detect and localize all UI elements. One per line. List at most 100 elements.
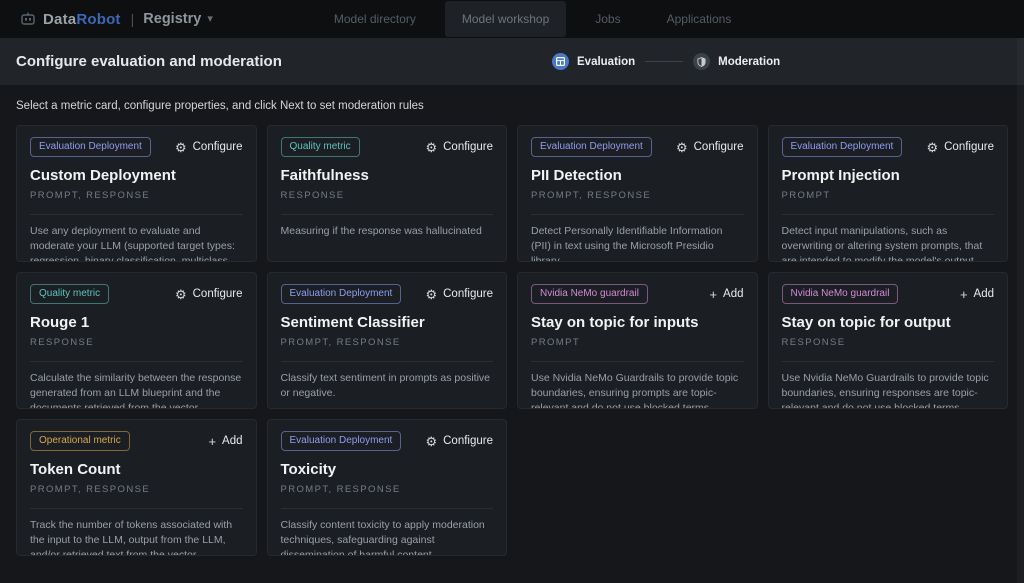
metric-description: Track the number of tokens associated wi… — [30, 518, 243, 556]
metric-type-badge: Nvidia NeMo guardrail — [782, 284, 899, 304]
metric-card[interactable]: Nvidia NeMo guardrail + Add Stay on topi… — [517, 272, 758, 409]
card-divider — [281, 508, 494, 509]
metric-applies-to: RESPONSE — [782, 337, 995, 348]
card-action-button[interactable]: ⚙ Configure — [425, 141, 493, 154]
card-action-button[interactable]: ⚙ Configure — [175, 288, 243, 301]
nav-item-model-directory[interactable]: Model directory — [317, 1, 433, 37]
gear-icon: ⚙ — [676, 141, 688, 154]
metric-card[interactable]: Operational metric + Add Token Count PRO… — [16, 419, 257, 556]
page-title: Configure evaluation and moderation — [16, 53, 282, 70]
step-moderation-label: Moderation — [718, 56, 780, 68]
metric-applies-to: PROMPT, RESPONSE — [531, 190, 744, 201]
nav-items: Model directory Model workshop Jobs Appl… — [317, 1, 748, 37]
page-header: Configure evaluation and moderation Eval… — [0, 38, 1024, 85]
metric-description: Calculate the similarity between the res… — [30, 371, 243, 409]
top-navigation-bar: DataRobot | Registry ▾ Model directory M… — [0, 0, 1024, 38]
metric-type-badge: Evaluation Deployment — [782, 137, 903, 157]
card-action-button[interactable]: ⚙ Configure — [425, 288, 493, 301]
metric-card[interactable]: Quality metric ⚙ Configure Faithfulness … — [267, 125, 508, 262]
step-connector — [645, 61, 683, 62]
card-divider — [281, 214, 494, 215]
wizard-stepper: Evaluation Moderation — [552, 38, 780, 85]
plus-icon: + — [208, 435, 216, 448]
card-top-row: Operational metric + Add — [30, 431, 243, 451]
metric-applies-to: PROMPT, RESPONSE — [281, 337, 494, 348]
metric-card[interactable]: Evaluation Deployment ⚙ Configure PII De… — [517, 125, 758, 262]
metric-title: Rouge 1 — [30, 314, 243, 331]
metric-card[interactable]: Quality metric ⚙ Configure Rouge 1 RESPO… — [16, 272, 257, 409]
brand-separator: | — [131, 11, 135, 27]
gear-icon: ⚙ — [175, 141, 187, 154]
card-divider — [30, 214, 243, 215]
chevron-down-icon: ▾ — [207, 14, 213, 25]
card-action-button[interactable]: + Add — [709, 288, 743, 301]
card-action-button[interactable]: ⚙ Configure — [425, 435, 493, 448]
metric-card[interactable]: Evaluation Deployment ⚙ Configure Prompt… — [768, 125, 1009, 262]
gear-icon: ⚙ — [425, 435, 437, 448]
card-divider — [30, 361, 243, 362]
card-divider — [281, 361, 494, 362]
metric-applies-to: PROMPT — [531, 337, 744, 348]
card-top-row: Nvidia NeMo guardrail + Add — [782, 284, 995, 304]
metric-applies-to: PROMPT, RESPONSE — [30, 484, 243, 495]
card-action-button[interactable]: + Add — [960, 288, 994, 301]
plus-icon: + — [709, 288, 717, 301]
card-top-row: Evaluation Deployment ⚙ Configure — [782, 137, 995, 157]
metric-description: Measuring if the response was hallucinat… — [281, 224, 494, 239]
metric-card[interactable]: Evaluation Deployment ⚙ Configure Custom… — [16, 125, 257, 262]
metric-type-badge: Operational metric — [30, 431, 130, 451]
metric-description: Use Nvidia NeMo Guardrails to provide to… — [782, 371, 995, 409]
metric-description: Use Nvidia NeMo Guardrails to provide to… — [531, 371, 744, 409]
card-divider — [531, 214, 744, 215]
card-divider — [30, 508, 243, 509]
card-divider — [782, 214, 995, 215]
gear-icon: ⚙ — [425, 288, 437, 301]
card-top-row: Evaluation Deployment ⚙ Configure — [531, 137, 744, 157]
card-top-row: Quality metric ⚙ Configure — [30, 284, 243, 304]
metric-applies-to: RESPONSE — [281, 190, 494, 201]
gear-icon: ⚙ — [425, 141, 437, 154]
brand-wordmark: DataRobot — [43, 11, 121, 28]
step-evaluation[interactable]: Evaluation — [552, 53, 635, 70]
plus-icon: + — [960, 288, 968, 301]
card-divider — [782, 361, 995, 362]
metric-type-badge: Evaluation Deployment — [30, 137, 151, 157]
datarobot-brand[interactable]: DataRobot — [20, 11, 121, 28]
datarobot-robot-icon — [20, 12, 36, 26]
gear-icon: ⚙ — [926, 141, 938, 154]
metric-card[interactable]: Nvidia NeMo guardrail + Add Stay on topi… — [768, 272, 1009, 409]
card-top-row: Nvidia NeMo guardrail + Add — [531, 284, 744, 304]
metric-type-badge: Nvidia NeMo guardrail — [531, 284, 648, 304]
metric-title: PII Detection — [531, 167, 744, 184]
card-top-row: Evaluation Deployment ⚙ Configure — [281, 431, 494, 451]
step-evaluation-label: Evaluation — [577, 56, 635, 68]
nav-item-jobs[interactable]: Jobs — [578, 1, 637, 37]
metric-card[interactable]: Evaluation Deployment ⚙ Configure Sentim… — [267, 272, 508, 409]
metric-applies-to: PROMPT, RESPONSE — [30, 190, 243, 201]
gear-icon: ⚙ — [175, 288, 187, 301]
card-action-button[interactable]: + Add — [208, 435, 242, 448]
metric-type-badge: Evaluation Deployment — [531, 137, 652, 157]
metric-title: Sentiment Classifier — [281, 314, 494, 331]
card-action-button[interactable]: ⚙ Configure — [926, 141, 994, 154]
card-divider — [531, 361, 744, 362]
metric-title: Token Count — [30, 461, 243, 478]
vertical-scrollbar[interactable] — [1017, 38, 1024, 583]
metric-applies-to: PROMPT — [782, 190, 995, 201]
metric-description: Detect input manipulations, such as over… — [782, 224, 995, 262]
metric-description: Detect Personally Identifiable Informati… — [531, 224, 744, 262]
card-top-row: Evaluation Deployment ⚙ Configure — [30, 137, 243, 157]
metric-title: Prompt Injection — [782, 167, 995, 184]
metric-applies-to: PROMPT, RESPONSE — [281, 484, 494, 495]
card-action-button[interactable]: ⚙ Configure — [175, 141, 243, 154]
nav-item-model-workshop[interactable]: Model workshop — [445, 1, 566, 37]
step-moderation[interactable]: Moderation — [693, 53, 780, 70]
card-action-button[interactable]: ⚙ Configure — [676, 141, 744, 154]
nav-item-applications[interactable]: Applications — [650, 1, 749, 37]
registry-dropdown[interactable]: Registry ▾ — [143, 11, 213, 27]
metric-description: Use any deployment to evaluate and moder… — [30, 224, 243, 262]
metric-title: Stay on topic for inputs — [531, 314, 744, 331]
card-top-row: Quality metric ⚙ Configure — [281, 137, 494, 157]
metric-card[interactable]: Evaluation Deployment ⚙ Configure Toxici… — [267, 419, 508, 556]
metric-card-grid: Evaluation Deployment ⚙ Configure Custom… — [0, 125, 1024, 556]
